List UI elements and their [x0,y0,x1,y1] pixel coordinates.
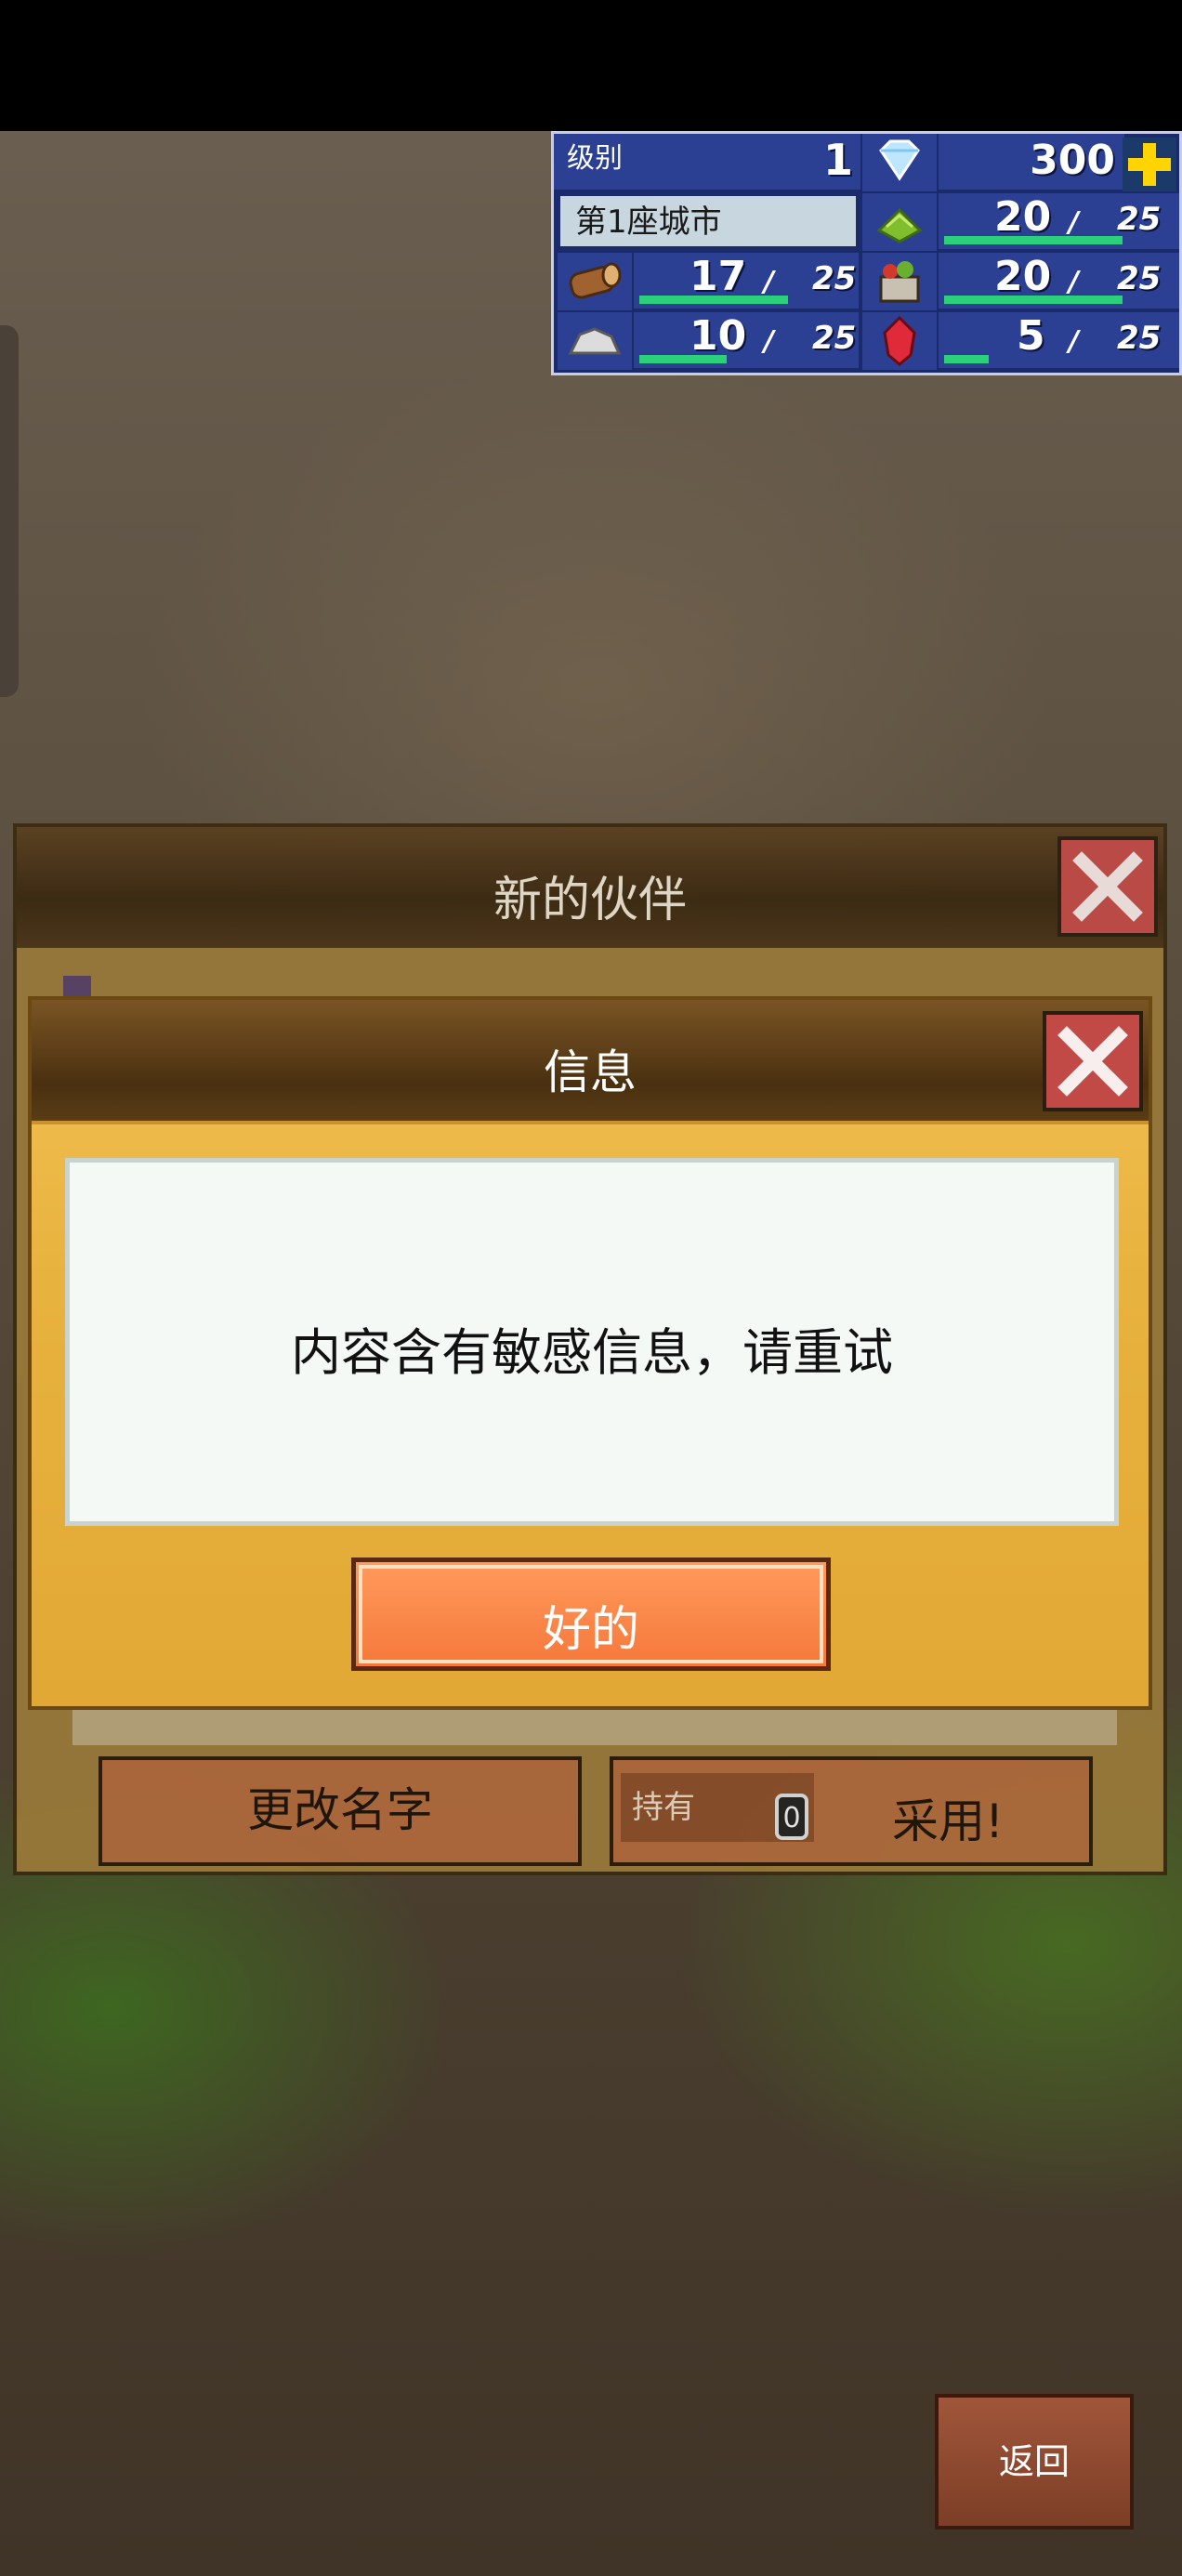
wheat-max: 25 [1117,201,1162,238]
wood-log-icon [558,253,632,310]
info-dialog-title: 信息 [544,1045,637,1099]
red-gem-slash: / [1069,325,1079,358]
close-icon [1057,1026,1128,1097]
red-gem-bar [944,355,989,363]
wood-bar [639,296,788,304]
add-gems-button[interactable] [1123,138,1176,191]
food-slash: / [1069,266,1079,298]
level-label: 级别 [567,142,623,175]
side-edge-tab [0,325,19,697]
wheat-icon [862,193,937,251]
rename-button[interactable]: 更改名字 [98,1756,582,1866]
new-companion-title: 新的伙伴 [492,873,687,928]
panel-footer-strip [72,1710,1117,1745]
wheat-slash: / [1069,206,1079,239]
status-bar [0,0,1182,131]
stone-ore-icon [558,312,632,370]
diamond-icon [862,134,937,191]
wheat-stat: 20 / 25 [939,193,1179,249]
ok-button[interactable]: 好的 [351,1557,831,1671]
plus-icon [1128,143,1171,186]
stone-stat: 10 / 25 [634,312,859,368]
adopt-label: 采用! [892,1794,1005,1848]
message-text: 内容含有敏感信息，请重试 [291,1323,893,1382]
gem-count-cell: 300 [939,134,1124,190]
stone-slash: / [764,325,774,358]
red-gem-icon [862,312,937,370]
info-dialog: 信息 内容含有敏感信息，请重试 好的 [28,996,1152,1710]
food-stat: 20 / 25 [939,253,1179,309]
food-basket-icon [862,253,937,310]
food-bar [944,296,1123,304]
stone-bar [639,355,727,363]
stone-max: 25 [812,320,857,357]
resource-hud: 级别 1 300 第1座城市 20 / 25 17 / 25 20 / 25 1… [551,131,1182,375]
wheat-bar [944,236,1123,244]
info-dialog-header: 信息 [32,1000,1149,1124]
message-box: 内容含有敏感信息，请重试 [65,1158,1119,1526]
wood-slash: / [764,266,774,298]
red-gem-max: 25 [1117,320,1162,357]
close-icon [1072,851,1143,922]
red-gem-stat: 5 / 25 [939,312,1179,368]
gem-count: 300 [1030,137,1115,184]
wood-max: 25 [812,260,857,297]
food-max: 25 [1117,260,1162,297]
info-dialog-close-button[interactable] [1043,1011,1143,1111]
coin-count: 0 [775,1794,808,1840]
level-value: 1 [823,135,854,185]
red-gem-current: 5 [1017,312,1045,360]
adopt-button[interactable]: 持有 0 采用! [610,1756,1093,1866]
hold-label: 持有 [632,1789,695,1826]
ok-label: 好的 [542,1602,639,1658]
new-companion-close-button[interactable] [1057,836,1158,937]
hold-count-box: 持有 0 [621,1773,814,1842]
level-cell: 级别 1 [554,134,860,190]
city-name: 第1座城市 [558,193,859,249]
new-companion-header: 新的伙伴 [17,827,1163,948]
wood-stat: 17 / 25 [634,253,859,309]
back-button[interactable]: 返回 [935,2394,1134,2530]
